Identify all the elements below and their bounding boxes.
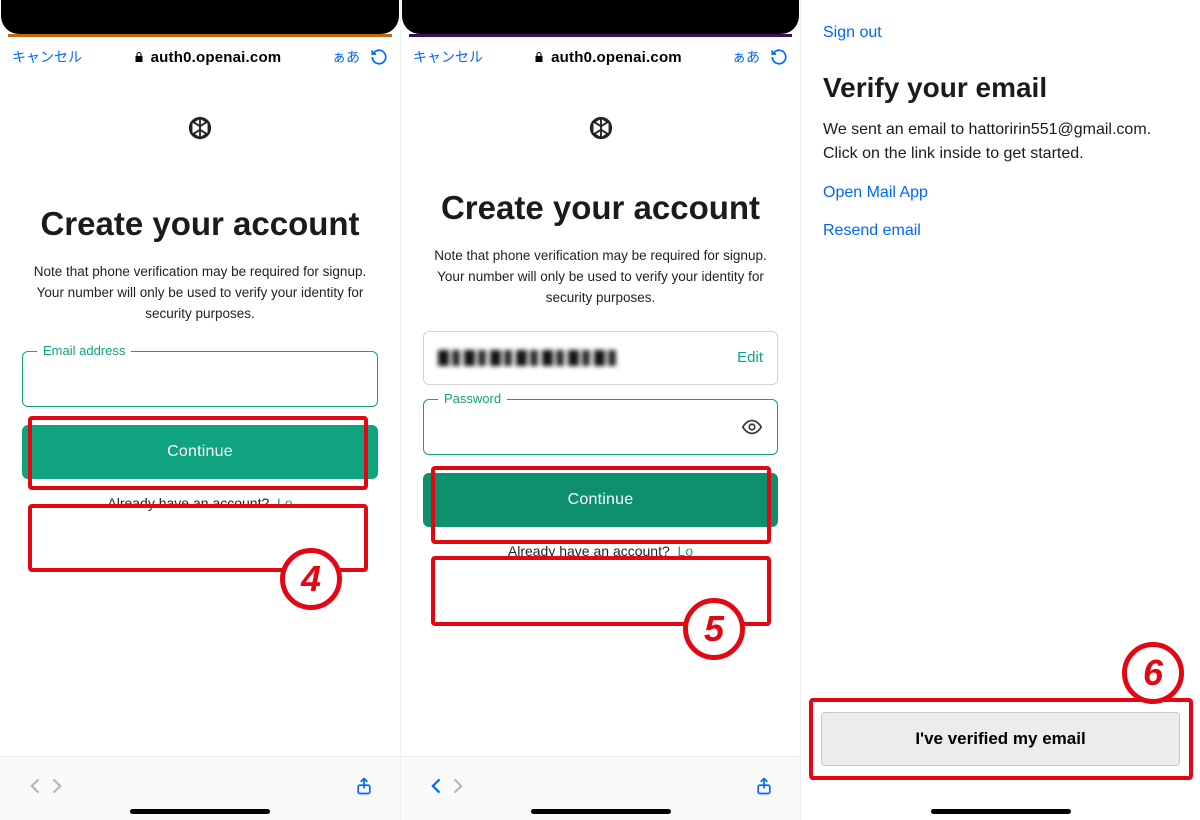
pane-3-verify-email: Sign out Verify your email We sent an em…	[800, 0, 1200, 820]
share-button[interactable]	[354, 776, 374, 801]
password-label: Password	[438, 391, 507, 406]
pane-1-create-account-email: キャンセル auth0.openai.com ぁあ Create your ac…	[0, 0, 400, 820]
highlight-continue	[431, 556, 771, 626]
highlight-continue	[28, 504, 368, 572]
lock-icon	[533, 50, 545, 64]
email-label: Email address	[37, 343, 131, 358]
device-notch	[1, 0, 399, 34]
continue-button[interactable]: Continue	[22, 425, 378, 479]
password-field-container[interactable]: Password	[423, 399, 778, 455]
refresh-icon[interactable]	[370, 48, 388, 66]
url-domain: auth0.openai.com	[151, 49, 282, 66]
openai-logo-icon	[584, 111, 618, 145]
already-text: Already have an account?	[508, 543, 670, 559]
verify-body-text: We sent an email to hattoririn551@gmail.…	[823, 118, 1178, 166]
share-button[interactable]	[754, 776, 774, 801]
email-field-container[interactable]: Email address	[22, 351, 378, 407]
sign-out-link[interactable]: Sign out	[823, 24, 882, 41]
page-subtitle: Note that phone verification may be requ…	[431, 246, 771, 309]
safari-toolbar: キャンセル auth0.openai.com ぁあ	[401, 37, 800, 77]
url-bar[interactable]: auth0.openai.com	[92, 49, 322, 66]
step-badge-4: 4	[280, 548, 342, 610]
safari-toolbar: キャンセル auth0.openai.com ぁあ	[0, 37, 400, 77]
openai-logo-wrap	[0, 111, 400, 145]
cancel-button[interactable]: キャンセル	[413, 47, 483, 67]
home-indicator	[130, 809, 270, 814]
refresh-icon[interactable]	[770, 48, 788, 66]
email-input[interactable]	[37, 369, 363, 388]
openai-logo-wrap	[401, 111, 800, 145]
page-title: Create your account	[0, 203, 400, 246]
url-domain: auth0.openai.com	[551, 49, 682, 66]
text-size-button[interactable]: ぁあ	[732, 47, 760, 67]
lock-icon	[133, 50, 145, 64]
already-text: Already have an account?	[107, 495, 269, 511]
openai-logo-icon	[183, 111, 217, 145]
url-bar[interactable]: auth0.openai.com	[493, 49, 722, 66]
home-indicator	[531, 809, 671, 814]
open-mail-app-link[interactable]: Open Mail App	[823, 184, 1178, 202]
login-link[interactable]: Lo	[678, 543, 694, 559]
email-readonly-field: Edit	[423, 331, 778, 385]
pane-2-create-account-password: キャンセル auth0.openai.com ぁあ Create your ac…	[400, 0, 800, 820]
ive-verified-button[interactable]: I've verified my email	[821, 712, 1180, 766]
page-title: Create your account	[401, 187, 800, 230]
continue-button[interactable]: Continue	[423, 473, 778, 527]
forward-button[interactable]	[447, 776, 467, 801]
already-have-account: Already have an account? Lo	[423, 543, 778, 559]
redacted-email	[438, 350, 618, 366]
home-indicator	[931, 809, 1071, 814]
password-input[interactable]	[438, 417, 741, 436]
already-have-account: Already have an account? Lo	[22, 495, 378, 511]
step-badge-6: 6	[1122, 642, 1184, 704]
back-button[interactable]	[427, 776, 447, 801]
resend-email-link[interactable]: Resend email	[823, 222, 1178, 240]
show-password-icon[interactable]	[741, 416, 763, 438]
device-notch	[402, 0, 799, 34]
page-subtitle: Note that phone verification may be requ…	[30, 262, 370, 325]
login-link[interactable]: Lo	[277, 495, 293, 511]
back-button[interactable]	[26, 776, 46, 801]
page-title: Verify your email	[823, 72, 1178, 104]
edit-email-link[interactable]: Edit	[737, 349, 763, 366]
text-size-button[interactable]: ぁあ	[332, 47, 360, 67]
cancel-button[interactable]: キャンセル	[12, 47, 82, 67]
forward-button[interactable]	[46, 776, 66, 801]
step-badge-5: 5	[683, 598, 745, 660]
